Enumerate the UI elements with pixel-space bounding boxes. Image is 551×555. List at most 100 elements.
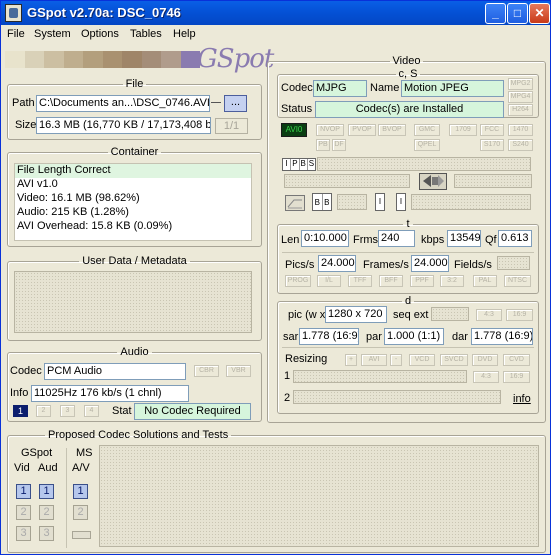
nvop-flag: NVOP — [316, 124, 344, 136]
bb-frame-1: B — [313, 194, 323, 210]
menu-file[interactable]: File — [7, 28, 25, 40]
swap-icon[interactable] — [419, 173, 447, 190]
logo-gradient-segment — [83, 51, 103, 68]
gspot-label: GSpot — [21, 447, 53, 459]
gspot-logo: GSpot — [197, 44, 274, 74]
kbps-label: kbps — [421, 234, 445, 246]
bvop-flag: BVOP — [378, 124, 406, 136]
file-legend: File — [125, 78, 144, 90]
fields-label: Fields/s — [454, 259, 492, 271]
ipbs-b: B — [300, 159, 308, 170]
par-field: 1.000 (1:1) — [384, 328, 444, 345]
audio-track-3[interactable]: 3 — [60, 405, 75, 417]
info-link[interactable]: info — [513, 393, 531, 405]
dar-label: dar — [452, 331, 468, 343]
container-line: Video: 16.1 MB (98.62%) — [17, 192, 140, 204]
path-divider — [211, 102, 221, 103]
resizing-label: Resizing — [285, 353, 328, 365]
resize-minus[interactable]: - — [390, 354, 402, 366]
i-frame-1: I — [375, 193, 385, 211]
ntsc-flag: NTSC — [504, 275, 531, 287]
audio-track-4[interactable]: 4 — [84, 405, 99, 417]
video-status-field: Codec(s) are Installed — [315, 101, 504, 118]
ms-test-3[interactable] — [72, 531, 91, 539]
container-line: Audio: 215 KB (1.28%) — [17, 206, 129, 218]
ii-frames: I I — [375, 193, 408, 211]
minimize-button[interactable]: _ — [485, 3, 506, 24]
ms-test-1[interactable]: 1 — [73, 484, 88, 499]
df-flag: DF — [332, 139, 346, 151]
browse-button[interactable]: ... — [224, 95, 247, 112]
h264-flag: H264 — [508, 104, 533, 116]
audio-track-2[interactable]: 2 — [36, 405, 51, 417]
resize-vcd[interactable]: VCD — [409, 354, 435, 366]
video-status-label: Status — [281, 103, 313, 115]
qf-label: Qf — [485, 234, 497, 246]
i-frame-2: I — [396, 193, 406, 211]
bff-flag: BFF — [379, 275, 403, 287]
stat-label: Stat — [112, 405, 132, 417]
resize-plus[interactable]: + — [345, 354, 357, 366]
path-field[interactable]: C:\Documents an...\DSC_0746.AVI — [36, 95, 210, 112]
vid-test-2[interactable]: 2 — [16, 505, 31, 520]
frame-cell — [337, 194, 367, 210]
pic-field: 1280 x 720 — [325, 306, 387, 323]
maximize-button[interactable]: □ — [507, 3, 528, 24]
vid-test-1[interactable]: 1 — [16, 484, 31, 499]
pvop-flag: PVOP — [348, 124, 376, 136]
video-name-field: Motion JPEG — [401, 80, 504, 97]
cbr-flag: CBR — [194, 365, 219, 377]
vid-label: Vid — [14, 462, 30, 474]
av-label: A/V — [72, 462, 90, 474]
tff-flag: TFF — [348, 275, 372, 287]
container-legend: Container — [110, 146, 159, 158]
aud-test-2[interactable]: 2 — [39, 505, 54, 520]
avi0-flag: AVI0 — [281, 123, 307, 137]
logo-gradient-segment — [5, 51, 25, 68]
vid-test-3[interactable]: 3 — [16, 526, 31, 541]
gspot-window: GSpot v2.70a: DSC_0746 _ □ ✕ File System… — [0, 0, 551, 555]
audio-info-label: Info — [10, 387, 29, 399]
container-list: File Length Correct AVI v1.0 Video: 16.1… — [14, 163, 252, 241]
pics-field: 24.000 — [318, 255, 356, 272]
resize-svcd[interactable]: SVCD — [440, 354, 468, 366]
logo-gradient-segment — [44, 51, 64, 68]
1709-flag: 1709 — [449, 124, 477, 136]
audio-info-field: 11025Hz 176 kb/s (1 chnl) — [31, 385, 189, 402]
proposed-results — [99, 445, 539, 547]
seqext-field — [431, 307, 469, 321]
ar-43-flag: 4:3 — [476, 309, 502, 321]
menu-system[interactable]: System — [34, 28, 71, 40]
aud-test-1[interactable]: 1 — [39, 484, 54, 499]
resize-cvd[interactable]: CVD — [503, 354, 530, 366]
ms-test-2[interactable]: 2 — [73, 505, 88, 520]
resize-row-2 — [293, 390, 501, 404]
menu-tables[interactable]: Tables — [130, 28, 162, 40]
app-icon[interactable] — [5, 4, 22, 22]
pal-flag: PAL — [473, 275, 497, 287]
menu-options[interactable]: Options — [81, 28, 119, 40]
resize-169: 16:9 — [503, 371, 530, 383]
close-button[interactable]: ✕ — [529, 3, 550, 24]
divider — [282, 347, 534, 348]
menu-help[interactable]: Help — [173, 28, 196, 40]
frms-label: Frms — [353, 234, 379, 246]
logo-gradient-segment — [102, 51, 122, 68]
title-bar[interactable]: GSpot v2.70a: DSC_0746 _ □ ✕ — [1, 1, 550, 25]
stat-field: No Codec Required — [134, 403, 251, 420]
logo-gradient-segment — [122, 51, 142, 68]
audio-codec-field: PCM Audio — [44, 363, 186, 380]
resize-avi[interactable]: AVI — [361, 354, 387, 366]
audio-track-1[interactable]: 1 — [13, 405, 28, 417]
qf-field: 0.613 — [498, 230, 532, 247]
s240-flag: S240 — [508, 139, 533, 151]
aud-test-3[interactable]: 3 — [39, 526, 54, 541]
mpg4-flag: MPG4 — [508, 91, 533, 103]
video-codec-label: Codec — [281, 82, 313, 94]
len-field: 0:10.000 — [301, 230, 349, 247]
resize-dvd[interactable]: DVD — [472, 354, 498, 366]
bb-frame-2: B — [324, 198, 330, 207]
qpel-flag: QPEL — [414, 139, 440, 151]
frame-icon[interactable] — [285, 195, 305, 211]
resize-row-1-label: 1 — [284, 370, 291, 382]
